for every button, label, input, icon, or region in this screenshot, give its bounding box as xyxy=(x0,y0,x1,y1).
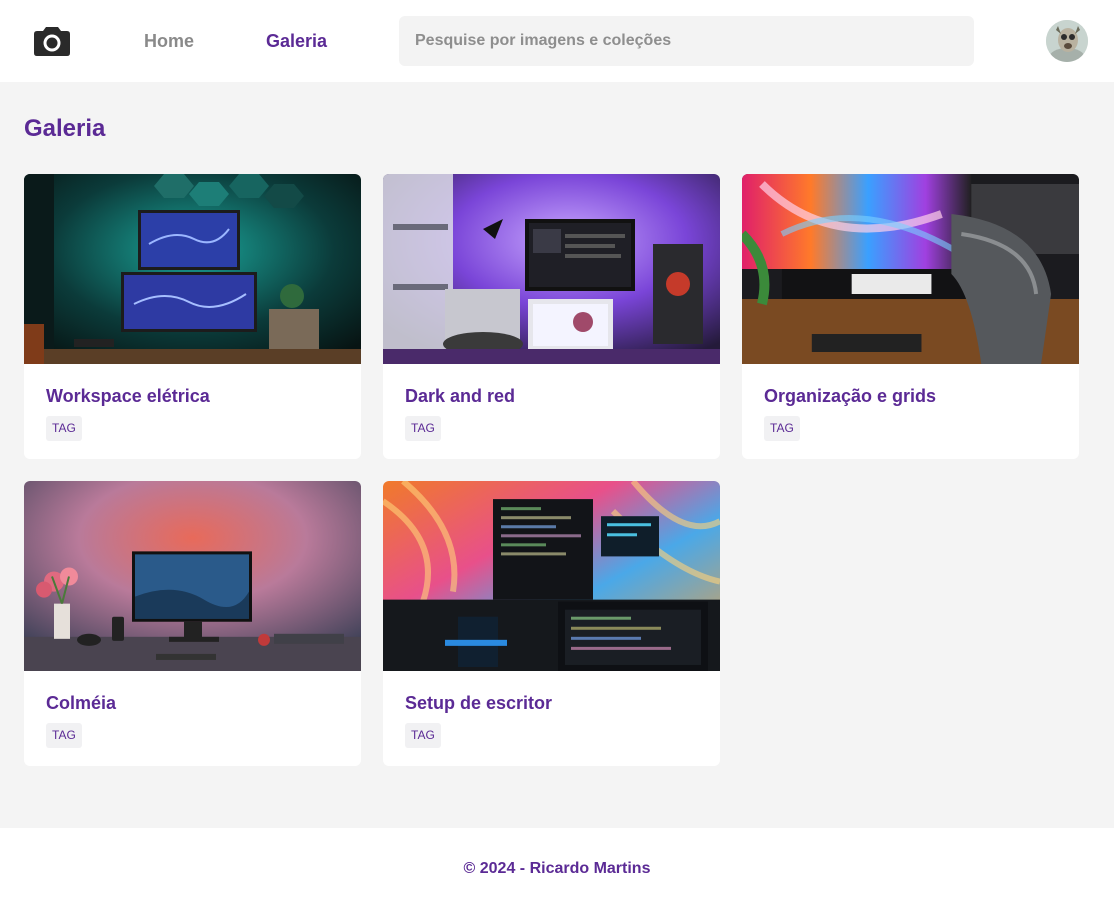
gallery-card[interactable]: Colméia TAG xyxy=(24,481,361,766)
card-image[interactable] xyxy=(742,174,1079,364)
card-image[interactable] xyxy=(24,174,361,364)
top-header: Home Galeria xyxy=(0,0,1114,82)
card-image[interactable] xyxy=(24,481,361,671)
card-image[interactable] xyxy=(383,174,720,364)
footer-copyright: © 2024 - Ricardo Martins xyxy=(463,860,651,877)
user-avatar[interactable] xyxy=(1046,20,1088,62)
card-tag[interactable]: TAG xyxy=(46,416,82,441)
nav-galeria-link[interactable]: Galeria xyxy=(266,31,327,51)
camera-icon[interactable] xyxy=(34,25,70,56)
card-tag[interactable]: TAG xyxy=(405,723,441,748)
search-input[interactable] xyxy=(399,16,974,66)
gallery-card[interactable]: Organização e grids TAG xyxy=(742,174,1079,459)
card-title: Setup de escritor xyxy=(405,693,553,713)
card-image[interactable] xyxy=(383,481,720,671)
card-title: Organização e grids xyxy=(764,386,937,406)
gallery-card[interactable]: Workspace elétrica TAG xyxy=(24,174,361,459)
card-title: Dark and red xyxy=(405,386,516,406)
gallery-card[interactable]: Dark and red TAG xyxy=(383,174,720,459)
card-title: Colméia xyxy=(46,693,117,713)
nav-home-link[interactable]: Home xyxy=(144,31,194,51)
page-title: Galeria xyxy=(24,115,106,142)
card-tag[interactable]: TAG xyxy=(764,416,800,441)
card-title: Workspace elétrica xyxy=(46,386,210,406)
page-footer: © 2024 - Ricardo Martins xyxy=(0,828,1114,909)
card-tag[interactable]: TAG xyxy=(405,416,441,441)
card-tag[interactable]: TAG xyxy=(46,723,82,748)
gallery-card[interactable]: Setup de escritor TAG xyxy=(383,481,720,766)
